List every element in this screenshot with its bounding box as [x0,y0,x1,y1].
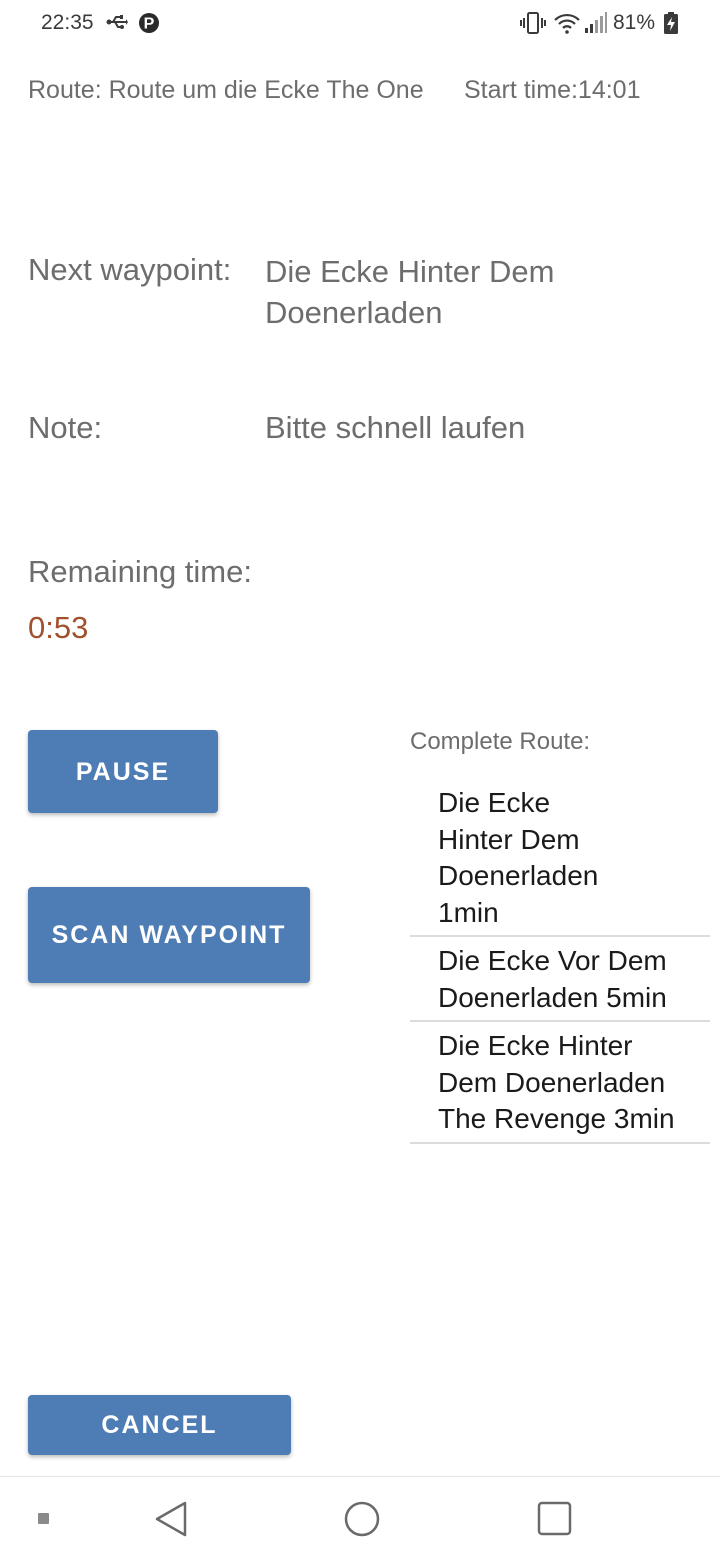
route-name: Route: Route um die Ecke The One [28,76,424,104]
recent-apps-icon[interactable] [536,1500,574,1543]
route-list-item[interactable]: Die Ecke Hinter Dem Doenerladen 1min [410,785,710,937]
screen: 22:35 P 81% Route: Route um die Ecke The… [0,0,720,1560]
note-value: Bitte schnell laufen [265,410,526,445]
svg-text:P: P [144,16,155,33]
remaining-time-value: 0:53 [28,610,89,645]
start-time: Start time:14:01 [464,76,641,104]
scan-waypoint-button[interactable]: SCAN WAYPOINT [28,887,310,983]
vibrate-icon [520,12,546,39]
cancel-button[interactable]: CANCEL [28,1395,291,1455]
battery-percentage: 81% [613,11,656,34]
next-waypoint-label: Next waypoint: [28,252,232,287]
complete-route-list: Die Ecke Hinter Dem Doenerladen 1min Die… [410,785,710,1144]
usb-icon [106,13,128,36]
route-list-item[interactable]: Die Ecke Vor Dem Doenerladen 5min [410,937,710,1022]
status-time: 22:35 [41,11,94,34]
navigation-bar [0,1477,720,1560]
remaining-time-label: Remaining time: [28,554,252,589]
home-icon[interactable] [343,1500,381,1543]
battery-icon [664,12,678,39]
complete-route-title: Complete Route: [410,728,591,755]
parking-icon: P [139,11,159,40]
pause-button[interactable]: PAUSE [28,730,218,813]
wifi-icon [554,12,580,39]
signal-icon [584,12,608,39]
status-bar: 22:35 P 81% [0,0,720,50]
menu-icon[interactable] [37,1512,51,1531]
note-label: Note: [28,410,103,445]
back-icon[interactable] [152,1500,190,1543]
next-waypoint-value: Die Ecke Hinter Dem Doenerladen [265,254,555,330]
route-list-item[interactable]: Die Ecke Hinter Dem Doenerladen The Reve… [410,1022,710,1144]
